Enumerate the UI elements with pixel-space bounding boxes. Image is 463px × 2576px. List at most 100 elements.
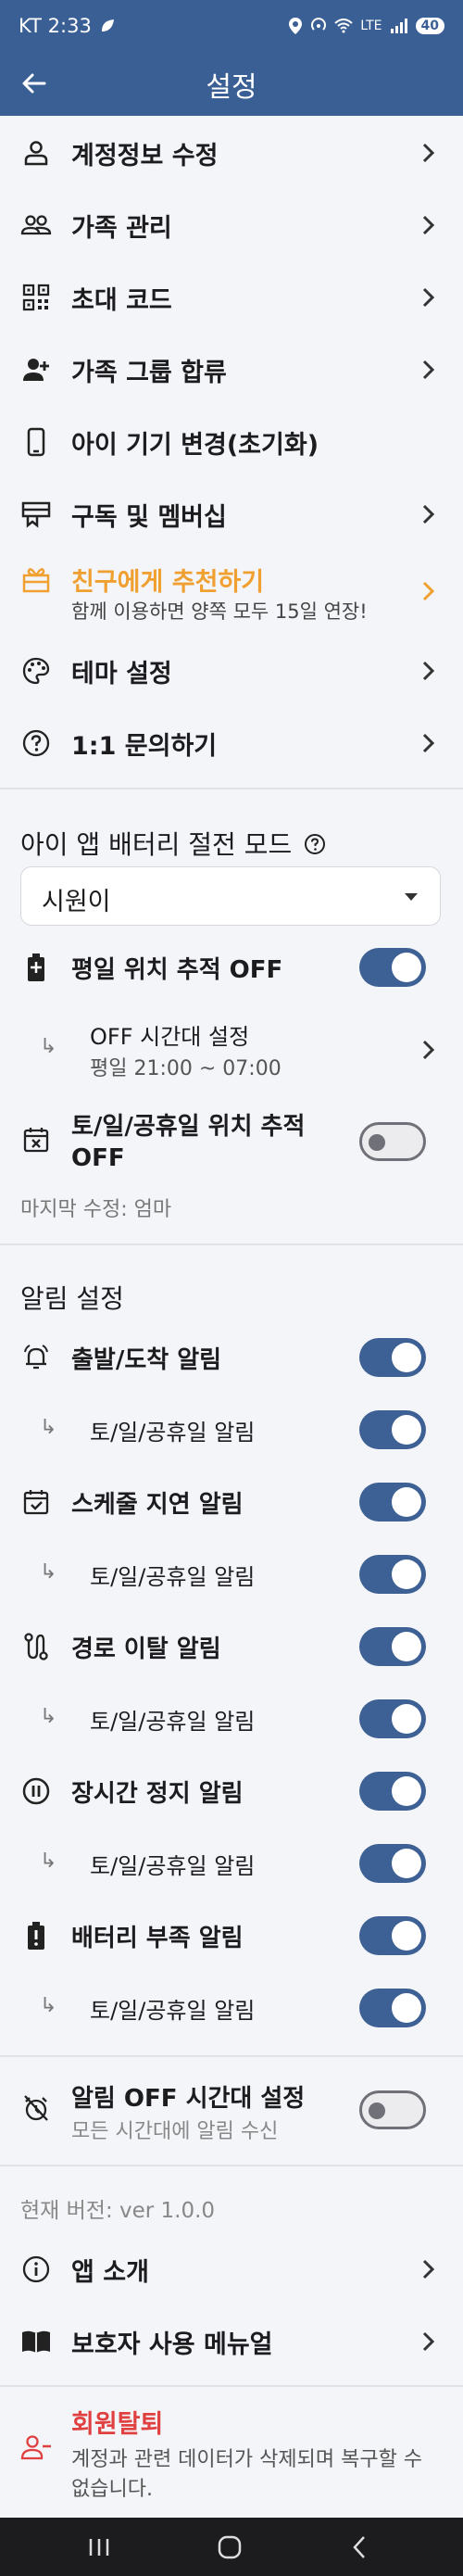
alerts-title: 알림 설정 — [20, 1283, 124, 1314]
alert-row-low-battery: 배터리 부족 알림 — [0, 1913, 463, 1959]
chevron-right-icon — [422, 1040, 435, 1060]
hotspot-icon — [311, 17, 327, 31]
battery-mode-title: 아이 앱 배터리 절전 모드 — [20, 825, 326, 862]
chevron-right-icon — [422, 581, 435, 601]
withdraw-desc-1: 계정과 관련 데이터가 삭제되며 복구할 수 — [71, 2448, 423, 2471]
menu-label: 보호자 사용 메뉴얼 — [71, 2330, 273, 2359]
chevron-right-icon — [422, 504, 435, 524]
recent-apps-icon[interactable] — [85, 2536, 113, 2558]
remove-person-icon — [20, 2431, 52, 2463]
location-icon — [289, 17, 303, 34]
menu-label: 가족 그룹 합류 — [71, 358, 227, 387]
people-icon — [20, 209, 52, 241]
alert-weekend-row: ↳ 토/일/공휴일 알림 — [0, 1985, 463, 2031]
app-version: 현재 버전: ver 1.0.0 — [20, 2199, 216, 2223]
menu-manual[interactable]: 보호자 사용 메뉴얼 — [0, 2318, 463, 2365]
withdraw-row[interactable]: 회원탈퇴 계정과 관련 데이터가 삭제되며 복구할 수 없습니다. — [0, 2404, 463, 2506]
chevron-right-icon — [422, 2331, 435, 2352]
menu-label: 아이 기기 변경(초기화) — [71, 430, 319, 460]
system-nav-bar — [0, 2518, 463, 2576]
divider — [0, 2165, 463, 2166]
alert-toggle[interactable] — [359, 1772, 426, 1811]
calendar-x-icon — [20, 1124, 52, 1155]
alert-label: 출발/도착 알림 — [71, 1345, 222, 1374]
child-select[interactable]: 시원이 — [20, 866, 441, 926]
alert-toggle[interactable] — [359, 1916, 426, 1955]
menu-label: 초대 코드 — [71, 285, 172, 315]
menu-subscription[interactable]: 구독 및 멤버십 — [0, 491, 463, 537]
sub-arrow-icon: ↳ — [40, 1416, 57, 1439]
off-time-label: OFF 시간대 설정 — [90, 1024, 250, 1050]
menu-about[interactable]: 앱 소개 — [0, 2246, 463, 2292]
alert-label: 장시간 정지 알림 — [71, 1779, 244, 1808]
home-icon[interactable] — [216, 2533, 244, 2561]
battery-level: 40 — [415, 17, 444, 34]
last-modified: 마지막 수정: 엄마 — [20, 1198, 172, 1221]
sub-arrow-icon: ↳ — [40, 1705, 57, 1728]
alert-weekend-toggle[interactable] — [359, 1555, 426, 1594]
weekday-tracking-toggle[interactable] — [359, 948, 426, 987]
qr-code-icon — [20, 282, 52, 313]
card-icon — [20, 499, 52, 530]
off-time-row[interactable]: ↳ OFF 시간대 설정 평일 21:00 ~ 07:00 — [0, 1017, 463, 1081]
route-icon — [20, 1631, 52, 1662]
off-time-value: 평일 21:00 ~ 07:00 — [90, 1057, 282, 1080]
signal-icon — [390, 18, 407, 33]
divider — [0, 2385, 463, 2387]
alert-weekend-toggle[interactable] — [359, 1844, 426, 1883]
alert-row-long-stop: 장시간 정지 알림 — [0, 1768, 463, 1814]
calendar-check-icon — [20, 1486, 52, 1518]
weekend-tracking-row: 토/일/공휴일 위치 추적 OFF — [0, 1107, 463, 1181]
alert-toggle[interactable] — [359, 1483, 426, 1522]
help-icon[interactable] — [304, 833, 326, 855]
battery-charging-icon — [20, 952, 52, 983]
menu-join-group[interactable]: 가족 그룹 합류 — [0, 347, 463, 393]
app-bar: 설정 — [0, 51, 463, 116]
alert-toggle[interactable] — [359, 1338, 426, 1377]
menu-family[interactable]: 가족 관리 — [0, 202, 463, 248]
pause-circle-icon — [20, 1775, 52, 1807]
sub-arrow-icon: ↳ — [40, 1035, 57, 1058]
menu-invite-code[interactable]: 초대 코드 — [0, 274, 463, 321]
alert-weekend-toggle[interactable] — [359, 1699, 426, 1738]
menu-label: 가족 관리 — [71, 213, 172, 243]
alert-row-arrival: 출발/도착 알림 — [0, 1334, 463, 1381]
menu-recommend[interactable]: 친구에게 추천하기 함께 이용하면 양쪽 모두 15일 연장! — [0, 556, 463, 626]
menu-theme[interactable]: 테마 설정 — [0, 648, 463, 694]
alert-weekend-label: 토/일/공휴일 알림 — [90, 1852, 256, 1879]
add-person-icon — [20, 354, 52, 385]
weekend-tracking-label-2: OFF — [71, 1144, 125, 1172]
sub-arrow-icon: ↳ — [40, 1850, 57, 1873]
menu-change-device[interactable]: 아이 기기 변경(초기화) — [0, 419, 463, 465]
status-bar: KT 2:33 LTE 40 — [0, 0, 463, 51]
weekday-tracking-row: 평일 위치 추적 OFF — [0, 944, 463, 991]
alert-label: 스케줄 지연 알림 — [71, 1490, 244, 1519]
carrier-time: KT 2:33 — [19, 14, 92, 37]
chevron-right-icon — [422, 661, 435, 681]
sub-arrow-icon: ↳ — [40, 1560, 57, 1584]
alert-row-route-deviation: 경로 이탈 알림 — [0, 1623, 463, 1670]
alert-off-time-toggle[interactable] — [359, 2090, 426, 2129]
info-icon — [20, 2254, 52, 2285]
alert-weekend-label: 토/일/공휴일 알림 — [90, 1563, 256, 1590]
chevron-right-icon — [422, 360, 435, 380]
chevron-right-icon — [422, 215, 435, 235]
alert-toggle[interactable] — [359, 1627, 426, 1666]
chevron-right-icon — [422, 2259, 435, 2279]
chevron-right-icon — [422, 143, 435, 163]
recommend-label: 친구에게 추천하기 — [71, 568, 265, 597]
dropdown-icon — [405, 893, 418, 901]
weekend-tracking-label-1: 토/일/공휴일 위치 추적 — [71, 1113, 306, 1141]
weekend-tracking-toggle[interactable] — [359, 1122, 426, 1161]
menu-inquiry[interactable]: 1:1 문의하기 — [0, 720, 463, 766]
phone-icon — [20, 426, 52, 458]
alert-row-schedule-delay: 스케줄 지연 알림 — [0, 1479, 463, 1525]
alert-weekend-toggle[interactable] — [359, 1989, 426, 2027]
divider — [0, 2055, 463, 2057]
divider — [0, 1244, 463, 1245]
menu-label: 구독 및 멤버십 — [71, 502, 227, 532]
menu-edit-account[interactable]: 계정정보 수정 — [0, 130, 463, 176]
nav-back-icon[interactable] — [348, 2533, 370, 2561]
alert-weekend-row: ↳ 토/일/공휴일 알림 — [0, 1551, 463, 1597]
alert-weekend-toggle[interactable] — [359, 1410, 426, 1449]
